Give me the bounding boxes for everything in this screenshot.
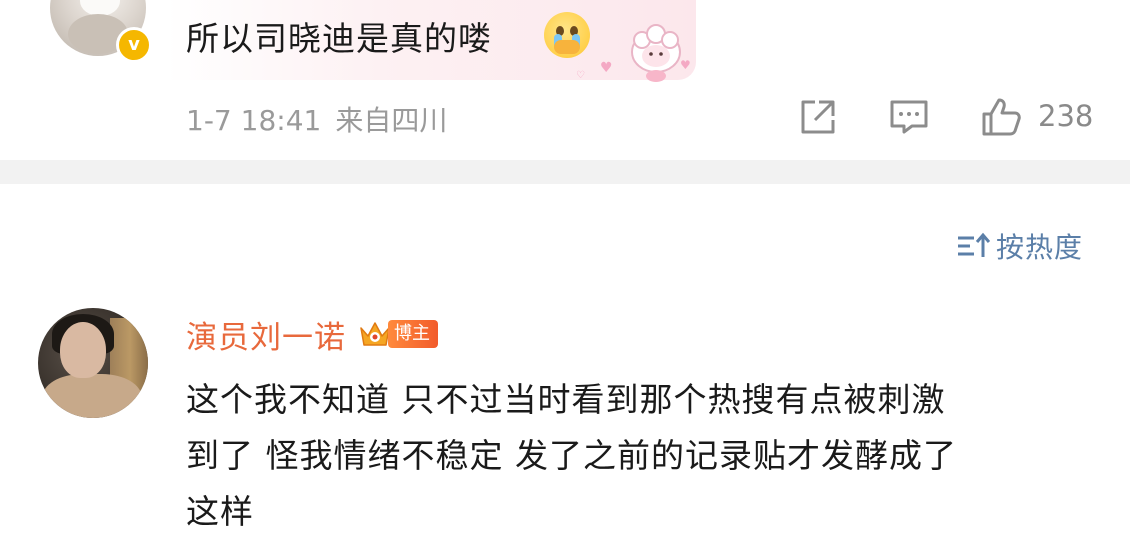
comment-text: 所以司晓迪是真的喽 [186,19,492,58]
section-divider [0,160,1130,184]
avatar-face [60,322,106,378]
avatar[interactable] [38,308,148,418]
comment-item-top: v 所以司晓迪是真的喽 ♥ ♡ ♥ 1-7 18:41 来自四川 238 [0,0,1130,160]
comment-line: 这个我不知道 只不过当时看到那个热搜有点被刺激 [186,380,946,419]
comment-time: 1-7 18:41 [186,104,322,137]
comment-location: 来自四川 [335,104,448,137]
share-icon[interactable] [797,96,839,138]
comment-meta: 1-7 18:41 来自四川 [186,99,447,139]
emoji-hands [554,40,580,54]
like-count: 238 [1038,99,1094,133]
like-icon[interactable] [980,96,1022,138]
avatar-body [42,374,142,418]
crown-icon [360,322,390,346]
comment-line: 到了 怪我情绪不稳定 发了之前的记录贴才发酵成了 [186,436,957,475]
heart-icon: ♥ [600,60,613,76]
sort-by-heat-button[interactable]: 按热度 [956,226,1083,266]
comment-icon[interactable] [888,96,930,138]
verified-badge-icon: v [116,27,152,63]
comment-text: 这个我不知道 只不过当时看到那个热搜有点被刺激 到了 怪我情绪不稳定 发了之前的… [186,372,1086,540]
sort-icon [958,232,990,257]
blogger-badge: 博主 [388,320,438,348]
comment-line: 这样 [186,492,254,531]
heart-icon: ♥ [680,58,691,72]
heart-icon: ♡ [576,70,585,81]
sort-label: 按热度 [996,231,1084,264]
crying-face-emoji-icon [544,12,590,58]
comment-header: 演员刘一诺 博主 [186,312,438,356]
username-link[interactable]: 演员刘一诺 [186,312,346,357]
comment-feed: v 所以司晓迪是真的喽 ♥ ♡ ♥ 1-7 18:41 来自四川 238 按热度… [0,0,1130,544]
sheep-sticker-icon [631,24,681,82]
